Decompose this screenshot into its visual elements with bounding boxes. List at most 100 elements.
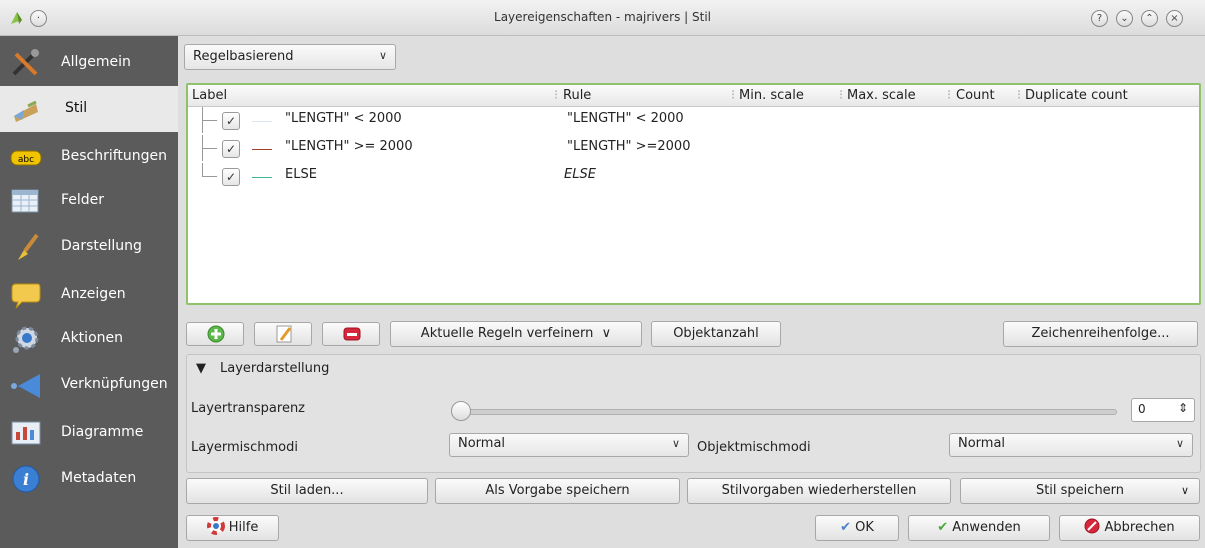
table-icon: [11, 189, 39, 213]
sidebar-item-label: Anzeigen: [61, 286, 126, 302]
edit-icon: [276, 325, 292, 343]
table-row[interactable]: ✓ "LENGTH" < 2000 "LENGTH" < 2000: [188, 107, 1199, 133]
sidebar-item-allgemein[interactable]: Allgemein: [0, 40, 178, 86]
window-title: Layereigenschaften - majrivers | Stil: [494, 10, 711, 24]
transparency-spinbox[interactable]: 0 ⇕: [1131, 398, 1195, 422]
check-icon: ✔: [840, 520, 851, 535]
save-style-label: Stil speichern: [1035, 483, 1125, 498]
rule-symbol[interactable]: [252, 149, 272, 150]
header-separator: ⁝: [1017, 88, 1022, 103]
cancel-button[interactable]: Abbrechen: [1059, 515, 1200, 541]
chevron-down-icon: ∨: [671, 437, 680, 450]
rule-checkbox[interactable]: ✓: [222, 112, 240, 130]
header-separator: ⁝: [731, 88, 736, 103]
layer-rendering-title[interactable]: Layerdarstellung: [220, 361, 329, 376]
close-button[interactable]: ×: [1166, 10, 1183, 27]
rule-label: "LENGTH" >= 2000: [285, 139, 413, 154]
refine-rules-label: Aktuelle Regeln verfeinern: [420, 326, 594, 341]
rule-checkbox[interactable]: ✓: [222, 140, 240, 158]
collapse-arrow-icon[interactable]: ▼: [196, 361, 206, 376]
minimize-button[interactable]: ⌄: [1116, 10, 1133, 27]
sidebar-item-label: Metadaten: [61, 470, 137, 486]
sidebar-item-label: Allgemein: [61, 54, 131, 70]
save-style-button[interactable]: Stil speichern ∨: [960, 478, 1200, 504]
svg-text:i: i: [23, 470, 29, 489]
help-label: Hilfe: [228, 520, 259, 535]
save-as-default-button[interactable]: Als Vorgabe speichern: [435, 478, 680, 504]
speech-bubble-icon: [11, 283, 41, 309]
layer-rendering-group: ▼ Layerdarstellung Layertransparenz 0 ⇕ …: [186, 354, 1201, 473]
sidebar-item-label: Diagramme: [61, 424, 144, 440]
symbol-levels-button[interactable]: Zeichenreihenfolge...: [1003, 321, 1198, 347]
sidebar-item-felder[interactable]: Felder: [0, 178, 178, 224]
join-icon: [11, 374, 40, 398]
header-rule[interactable]: Rule: [563, 88, 591, 103]
header-label[interactable]: Label: [192, 88, 227, 103]
load-style-button[interactable]: Stil laden...: [186, 478, 428, 504]
header-count[interactable]: Count: [956, 88, 995, 103]
layer-blend-select[interactable]: Normal ∨: [449, 433, 689, 457]
sidebar-item-beschriftungen[interactable]: abc Beschriftungen: [0, 134, 178, 180]
remove-rule-button[interactable]: [322, 322, 380, 346]
chevron-down-icon: ∨: [1180, 484, 1189, 497]
add-rule-button[interactable]: [186, 322, 244, 346]
tree-branch: [202, 107, 217, 133]
abc-label-icon: abc: [10, 150, 42, 166]
transparency-slider-handle[interactable]: [451, 401, 471, 421]
sidebar-item-verknuepfungen[interactable]: Verknüpfungen: [0, 362, 178, 408]
table-row[interactable]: ✓ ELSE ELSE: [188, 163, 1199, 189]
rule-symbol[interactable]: [252, 121, 272, 122]
sidebar-item-metadaten[interactable]: i Metadaten: [0, 456, 178, 502]
rule-checkbox[interactable]: ✓: [222, 168, 240, 186]
transparency-slider-track[interactable]: [457, 409, 1117, 415]
maximize-button[interactable]: ⌃: [1141, 10, 1158, 27]
table-row[interactable]: ✓ "LENGTH" >= 2000 "LENGTH" >=2000: [188, 135, 1199, 161]
sidebar-item-label: Beschriftungen: [61, 148, 168, 164]
apply-button[interactable]: ✔ Anwenden: [908, 515, 1050, 541]
feature-count-button[interactable]: Objektanzahl: [651, 321, 781, 347]
paint-icon: [14, 100, 38, 122]
refine-rules-button[interactable]: Aktuelle Regeln verfeinern ∨: [390, 321, 642, 347]
header-separator: ⁝: [839, 88, 844, 103]
ok-label: OK: [855, 520, 874, 535]
header-max-scale[interactable]: Max. scale: [847, 88, 916, 103]
add-icon: [207, 325, 225, 343]
restore-default-button[interactable]: Stilvorgaben wiederherstellen: [687, 478, 951, 504]
help-title-button[interactable]: ?: [1091, 10, 1108, 27]
chevron-down-icon: ∨: [378, 49, 387, 62]
sidebar-item-anzeigen[interactable]: Anzeigen: [0, 272, 178, 318]
renderer-select-value: Regelbasierend: [193, 49, 294, 64]
help-button[interactable]: Hilfe: [186, 515, 279, 541]
spin-arrows-icon[interactable]: ⇕: [1178, 401, 1188, 415]
ok-button[interactable]: ✔ OK: [815, 515, 899, 541]
rule-symbol[interactable]: [252, 177, 272, 178]
tools-icon: [12, 49, 39, 76]
diagram-icon: [11, 421, 41, 445]
tree-branch: [202, 135, 217, 161]
feature-blend-select[interactable]: Normal ∨: [949, 433, 1193, 457]
sidebar-item-aktionen[interactable]: Aktionen: [0, 316, 178, 362]
remove-icon: [343, 327, 361, 341]
sidebar-item-diagramme[interactable]: Diagramme: [0, 410, 178, 456]
help-lifebuoy-icon: [206, 517, 225, 535]
layer-blend-value: Normal: [458, 436, 506, 451]
info-icon: i: [12, 465, 40, 493]
feature-blend-value: Normal: [958, 436, 1006, 451]
rules-tree[interactable]: Label ⁝ Rule ⁝ Min. scale ⁝ Max. scale ⁝…: [186, 83, 1201, 305]
sidebar-item-stil[interactable]: Stil: [0, 86, 178, 132]
sidebar-item-darstellung[interactable]: Darstellung: [0, 224, 178, 270]
header-min-scale[interactable]: Min. scale: [739, 88, 804, 103]
chevron-down-icon: ∨: [1175, 437, 1184, 450]
rule-expression: "LENGTH" >=2000: [567, 139, 691, 154]
header-separator: ⁝: [554, 88, 559, 103]
sidebar: Allgemein Stil abc Beschriftungen Felder…: [0, 36, 178, 548]
sidebar-item-label: Darstellung: [61, 238, 142, 254]
title-bar: · Layereigenschaften - majrivers | Stil …: [0, 0, 1205, 36]
renderer-select[interactable]: Regelbasierend ∨: [184, 44, 396, 70]
edit-rule-button[interactable]: [254, 322, 312, 346]
header-duplicate-count[interactable]: Duplicate count: [1025, 88, 1128, 103]
sidebar-item-label: Aktionen: [61, 330, 123, 346]
gear-icon: [13, 326, 39, 353]
apply-label: Anwenden: [952, 520, 1021, 535]
cancel-label: Abbrechen: [1104, 520, 1175, 535]
